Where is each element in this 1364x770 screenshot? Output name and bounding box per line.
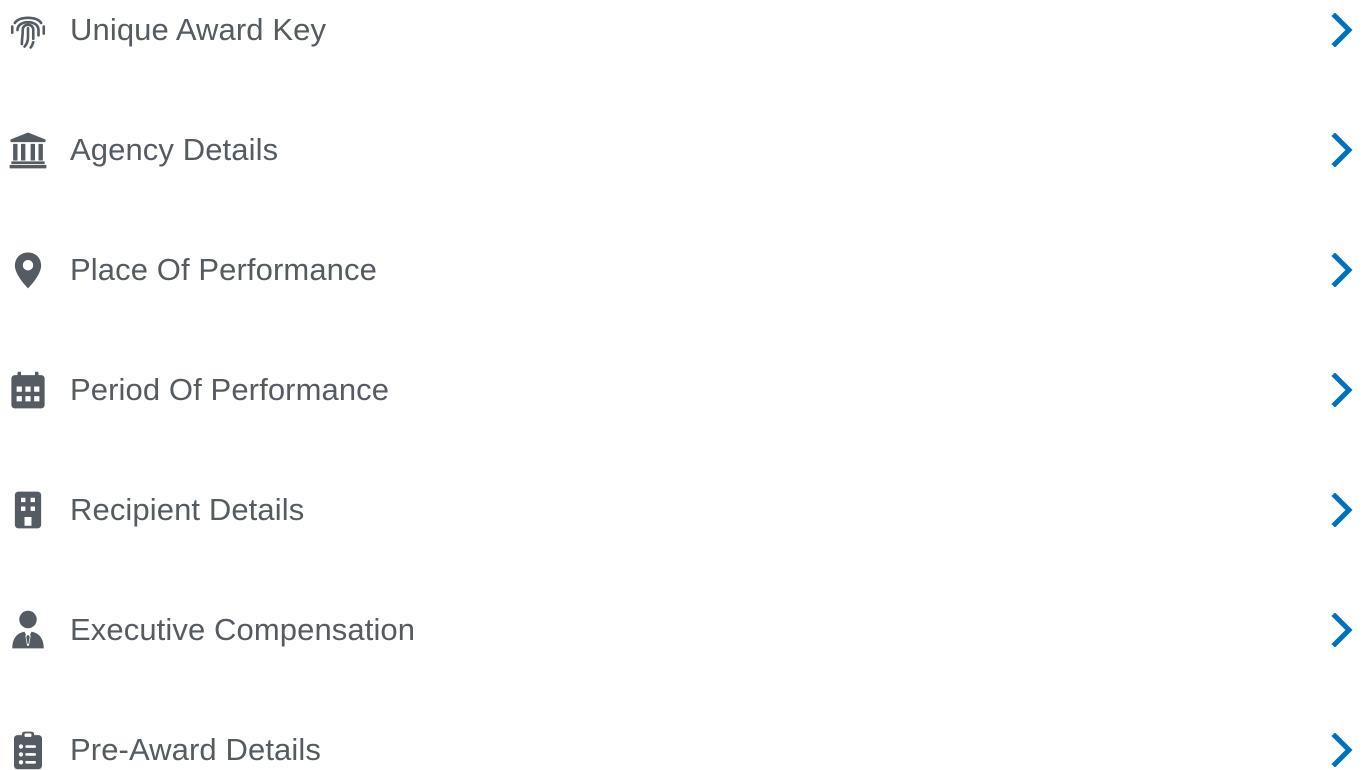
nav-item-pre-award-details[interactable]: Pre-Award Details bbox=[0, 720, 1364, 770]
nav-item-label: Executive Compensation bbox=[70, 612, 416, 647]
calendar-icon bbox=[6, 368, 50, 412]
chevron-right-icon[interactable] bbox=[1328, 252, 1356, 288]
nav-item-agency-details[interactable]: Agency Details bbox=[0, 120, 1364, 180]
building-icon bbox=[6, 488, 50, 532]
nav-item-label: Place Of Performance bbox=[70, 252, 377, 287]
fingerprint-icon bbox=[6, 8, 50, 52]
nav-item-label: Unique Award Key bbox=[70, 12, 327, 47]
chevron-right-icon[interactable] bbox=[1328, 492, 1356, 528]
nav-item-label: Agency Details bbox=[70, 132, 279, 167]
nav-item-executive-compensation[interactable]: Executive Compensation bbox=[0, 600, 1364, 660]
user-tie-icon bbox=[6, 608, 50, 652]
nav-item-unique-award-key[interactable]: Unique Award Key bbox=[0, 0, 1364, 60]
chevron-right-icon[interactable] bbox=[1328, 372, 1356, 408]
chevron-right-icon[interactable] bbox=[1328, 132, 1356, 168]
clipboard-list-icon bbox=[6, 728, 50, 770]
nav-item-recipient-details[interactable]: Recipient Details bbox=[0, 480, 1364, 540]
nav-item-period-of-performance[interactable]: Period Of Performance bbox=[0, 360, 1364, 420]
nav-item-label: Recipient Details bbox=[70, 492, 305, 527]
nav-item-place-of-performance[interactable]: Place Of Performance bbox=[0, 240, 1364, 300]
nav-item-label: Period Of Performance bbox=[70, 372, 390, 407]
section-nav-list: Unique Award Key Agency Details Place Of… bbox=[0, 0, 1364, 770]
chevron-right-icon[interactable] bbox=[1328, 732, 1356, 768]
chevron-right-icon[interactable] bbox=[1328, 612, 1356, 648]
landmark-icon bbox=[6, 128, 50, 172]
map-marker-icon bbox=[6, 248, 50, 292]
nav-item-label: Pre-Award Details bbox=[70, 732, 321, 767]
chevron-right-icon[interactable] bbox=[1328, 12, 1356, 48]
